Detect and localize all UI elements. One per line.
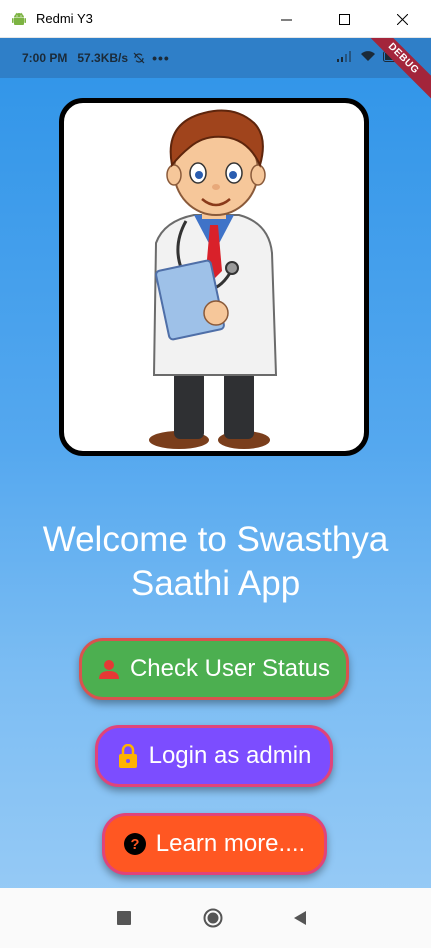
svg-text:?: ?	[130, 837, 139, 853]
sync-off-icon	[133, 52, 145, 64]
minimize-button[interactable]	[257, 0, 315, 38]
back-button[interactable]	[290, 908, 310, 928]
window-title: Redmi Y3	[36, 11, 93, 26]
welcome-heading: Welcome to Swasthya Saathi App	[0, 518, 431, 606]
navigation-bar	[0, 888, 431, 948]
wifi-icon	[361, 51, 375, 61]
phone-screen: 7:00 PM 57.3KB/s ••• DEBUG Welcome to Sw…	[0, 38, 431, 948]
lock-icon	[117, 744, 139, 768]
doctor-illustration	[149, 109, 278, 449]
home-circle-icon	[203, 908, 223, 928]
person-icon	[98, 658, 120, 680]
welcome-line-1: Welcome to Swasthya	[42, 520, 389, 559]
close-button[interactable]	[373, 0, 431, 38]
check-user-status-button[interactable]: Check User Status	[79, 638, 349, 700]
welcome-line-2: Saathi App	[130, 564, 301, 603]
login-as-admin-button[interactable]: Login as admin	[95, 725, 333, 787]
android-icon	[12, 12, 26, 25]
recents-button[interactable]	[114, 908, 134, 928]
login-as-admin-label: Login as admin	[148, 742, 312, 769]
learn-more-button[interactable]: ? Learn more....	[102, 813, 327, 875]
check-user-status-label: Check User Status	[129, 655, 331, 682]
recents-square-icon	[117, 911, 131, 925]
status-time: 7:00 PM	[22, 51, 68, 65]
signal-icon	[337, 51, 351, 62]
close-icon	[396, 13, 408, 25]
window-titlebar: Redmi Y3	[0, 0, 431, 38]
back-triangle-icon	[294, 911, 306, 925]
maximize-icon	[338, 13, 350, 25]
doctor-image-frame	[59, 98, 369, 456]
home-button[interactable]	[203, 908, 223, 928]
network-speed: 57.3KB/s	[77, 51, 129, 65]
learn-more-label: Learn more....	[155, 830, 306, 857]
status-bar: 7:00 PM 57.3KB/s •••	[0, 38, 431, 78]
more-notifications: •••	[152, 50, 170, 66]
maximize-button[interactable]	[315, 0, 373, 38]
help-icon: ?	[123, 833, 146, 855]
minimize-icon	[280, 19, 292, 20]
